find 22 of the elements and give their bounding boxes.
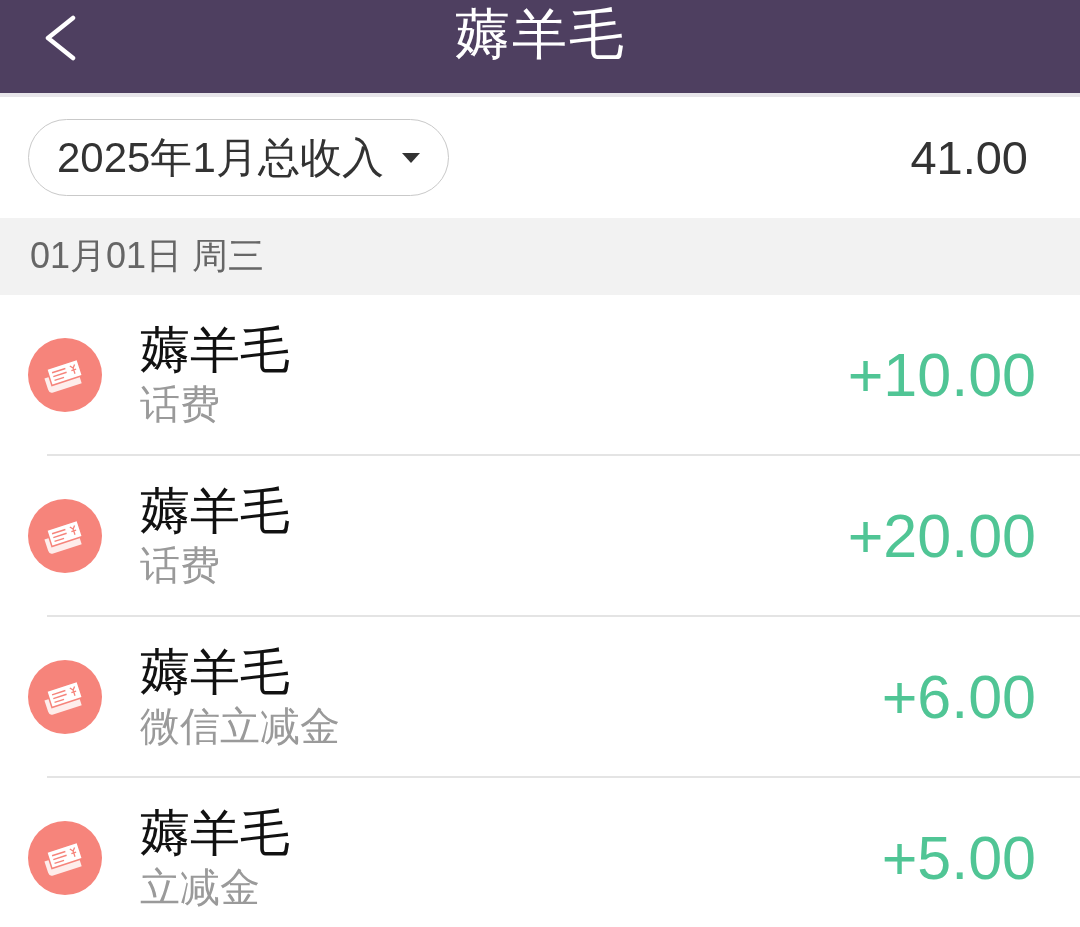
entry-amount: +20.00	[847, 500, 1036, 571]
entry-amount: +5.00	[881, 822, 1036, 893]
entry-category: 话费	[140, 542, 221, 589]
banknote-icon	[28, 659, 102, 734]
caret-down-icon	[401, 152, 420, 163]
date-label: 01月01日 周三	[30, 234, 265, 278]
period-dropdown[interactable]: 2025年1月总收入	[28, 119, 449, 196]
entry-category: 立减金	[140, 864, 261, 911]
entry-title: 薅羊毛	[140, 482, 290, 541]
entry-title: 薅羊毛	[140, 321, 290, 380]
banknote-icon	[28, 337, 102, 412]
entry-category: 话费	[140, 381, 221, 428]
entry-amount: +6.00	[881, 661, 1036, 732]
page-title: 薅羊毛	[454, 2, 626, 62]
entry-amount: +10.00	[847, 339, 1036, 410]
entry-title: 薅羊毛	[140, 804, 290, 863]
back-chevron-icon	[44, 15, 76, 61]
banknote-icon	[28, 820, 102, 895]
entry-category: 微信立减金	[140, 703, 340, 750]
total-amount: 41.00	[910, 130, 1028, 185]
banknote-icon	[28, 498, 102, 573]
entry-title: 薅羊毛	[140, 643, 291, 702]
